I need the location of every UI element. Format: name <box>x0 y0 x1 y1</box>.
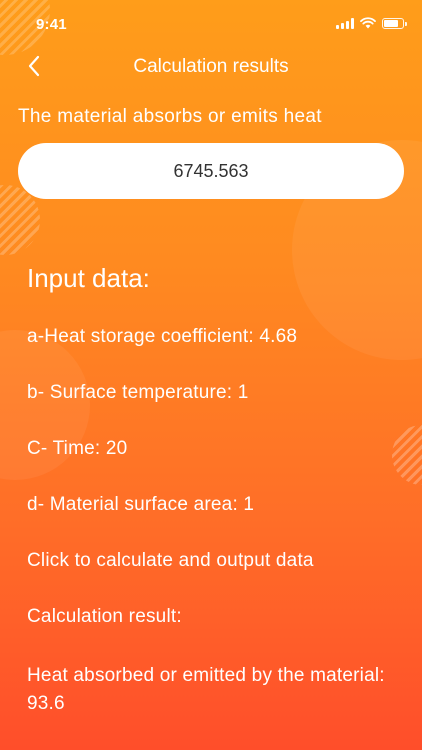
result-value-field: 6745.563 <box>18 143 404 199</box>
cellular-signal-icon <box>336 17 354 29</box>
wifi-icon <box>360 17 376 29</box>
input-line-heat-storage: a-Heat storage coefficient: 4.68 <box>27 326 298 347</box>
battery-level <box>384 19 399 27</box>
result-label: The material absorbs or emits heat <box>18 106 322 127</box>
input-line-surface-temperature: b- Surface temperature: 1 <box>27 382 249 403</box>
status-icons <box>336 17 407 29</box>
screen: 9:41 Calculation results The material ab… <box>0 0 422 750</box>
decorative-circle <box>392 425 422 485</box>
battery-icon <box>382 17 407 29</box>
result-value: 6745.563 <box>173 160 249 181</box>
heat-result-text: Heat absorbed or emitted by the material… <box>27 665 385 714</box>
status-bar: 9:41 <box>0 0 422 44</box>
input-line-time: C- Time: 20 <box>27 438 128 459</box>
status-time: 9:41 <box>36 16 67 33</box>
input-line-surface-area: d- Material surface area: 1 <box>27 494 255 515</box>
calculation-result-label: Calculation result: <box>27 606 182 627</box>
input-data-heading: Input data: <box>27 263 150 293</box>
calculate-instruction: Click to calculate and output data <box>27 550 314 571</box>
page-title: Calculation results <box>133 56 289 77</box>
